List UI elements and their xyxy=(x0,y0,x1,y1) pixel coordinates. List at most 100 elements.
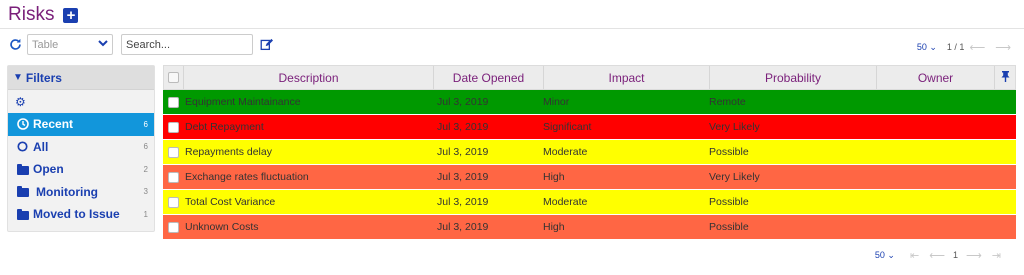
page-info: 1 / 1 xyxy=(946,42,965,52)
cell-probability: Very Likely xyxy=(709,171,760,183)
filter-item-label: Open xyxy=(33,162,64,177)
filter-item-count: 3 xyxy=(143,187,148,197)
column-header-owner[interactable]: Owner xyxy=(877,66,995,89)
cell-owner xyxy=(876,115,994,139)
table-row[interactable]: Equipment Maintainance Jul 3, 2019 Minor Re… xyxy=(163,90,1016,115)
table-row[interactable]: Total Cost Variance Jul 3, 2019 Moderate Po… xyxy=(163,190,1016,215)
cell-spacer xyxy=(994,115,1014,139)
pager-bottom: 50 ⌄ ⇤ ⟵ 1 ⟶ ⇥ xyxy=(875,248,1006,262)
next-page-icon[interactable]: ⟶ xyxy=(966,249,982,262)
cell-impact: Minor xyxy=(543,96,570,108)
cell-probability: Very Likely xyxy=(709,121,760,133)
cell-date-opened: Jul 3, 2019 xyxy=(437,221,489,233)
row-checkbox[interactable] xyxy=(167,221,179,233)
column-header-description[interactable]: Description xyxy=(184,66,434,89)
row-select-cell xyxy=(163,90,183,114)
row-checkbox[interactable] xyxy=(167,96,179,108)
last-page-icon[interactable]: ⇥ xyxy=(992,249,1001,262)
first-page-icon[interactable]: ⇤ xyxy=(910,249,919,262)
filters-title: Filters xyxy=(25,70,62,85)
add-risk-button[interactable]: + xyxy=(63,7,79,23)
table-body: Equipment Maintainance Jul 3, 2019 Minor Re… xyxy=(163,90,1016,240)
page-size-select[interactable]: 50 ⌄ xyxy=(875,250,895,261)
view-select[interactable]: Table xyxy=(27,34,113,55)
cell-date-opened: Jul 3, 2019 xyxy=(437,196,489,208)
prev-page-icon[interactable]: ⟵ xyxy=(969,41,985,54)
table-row[interactable]: Unknown Costs Jul 3, 2019 High Possible xyxy=(163,215,1016,240)
table-header: Description Date Opened Impact Probabili… xyxy=(163,65,1016,90)
page-header: Risks + xyxy=(8,2,79,28)
next-page-icon[interactable]: ⟶ xyxy=(995,41,1011,54)
cell-date-opened: Jul 3, 2019 xyxy=(437,121,489,133)
filter-item-moved-to-issue[interactable]: Moved to Issue 1 xyxy=(8,203,154,226)
cell-description: Equipment Maintainance xyxy=(185,96,301,108)
cell-impact: Moderate xyxy=(543,196,588,208)
filter-item-open[interactable]: Open 2 xyxy=(8,158,154,181)
filter-item-label: Recent xyxy=(33,117,74,132)
cell-owner xyxy=(876,190,994,214)
cell-owner xyxy=(876,90,994,114)
column-header-date-opened[interactable]: Date Opened xyxy=(434,66,544,89)
row-select-cell xyxy=(163,115,183,139)
folder-icon xyxy=(16,208,29,220)
cell-date-opened: Jul 3, 2019 xyxy=(437,96,489,108)
risks-table: Description Date Opened Impact Probabili… xyxy=(163,65,1016,240)
cell-impact: High xyxy=(543,221,565,233)
filter-item-count: 6 xyxy=(143,142,148,152)
filters-header[interactable]: ▼ Filters xyxy=(8,66,154,90)
gear-icon: ⚙ xyxy=(15,94,26,109)
cell-probability: Possible xyxy=(709,146,749,158)
pin-icon[interactable] xyxy=(1001,70,1010,85)
select-all-cell xyxy=(164,66,184,89)
chevron-down-icon xyxy=(98,39,108,50)
table-row[interactable]: Repayments delay Jul 3, 2019 Moderate Possi… xyxy=(163,140,1016,165)
prev-page-icon[interactable]: ⟵ xyxy=(929,249,945,262)
cell-impact: High xyxy=(543,171,565,183)
filter-item-label: Monitoring xyxy=(36,184,98,199)
filter-item-label: Moved to Issue xyxy=(33,207,120,222)
cell-date-opened: Jul 3, 2019 xyxy=(437,146,489,158)
cell-owner xyxy=(876,165,994,189)
filter-item-label: All xyxy=(33,139,49,154)
table-row[interactable]: Debt Repayment Jul 3, 2019 Significant Very… xyxy=(163,115,1016,140)
funnel-icon: ▼ xyxy=(13,72,23,83)
cell-probability: Remote xyxy=(709,96,746,108)
page-size-select[interactable]: 50 ⌄ xyxy=(917,42,937,53)
filter-settings-button[interactable]: ⚙ xyxy=(8,90,154,113)
column-header-probability[interactable]: Probability xyxy=(710,66,877,89)
cell-spacer xyxy=(994,215,1014,239)
filter-item-all[interactable]: All 6 xyxy=(8,136,154,159)
search-input[interactable] xyxy=(121,34,253,55)
filter-item-count: 2 xyxy=(143,164,148,174)
page-number: 1 xyxy=(952,250,958,260)
row-checkbox[interactable] xyxy=(167,121,179,133)
filter-item-monitoring[interactable]: Monitoring 3 xyxy=(8,181,154,204)
filters-panel: ▼ Filters ⚙ Recent 6 All 6 Open 2 Monito… xyxy=(7,65,155,232)
row-select-cell xyxy=(163,165,183,189)
cell-probability: Possible xyxy=(709,221,749,233)
toolbar: Table xyxy=(8,34,273,55)
cell-owner xyxy=(876,215,994,239)
circle-icon xyxy=(16,141,29,152)
refresh-icon[interactable] xyxy=(8,38,22,52)
edit-icon[interactable] xyxy=(259,38,273,52)
clock-icon xyxy=(16,118,29,131)
cell-description: Unknown Costs xyxy=(185,221,259,233)
pager-top: 50 ⌄ 1 / 1 ⟵ ⟶ xyxy=(917,40,1016,54)
cell-spacer xyxy=(994,90,1014,114)
cell-spacer xyxy=(994,190,1014,214)
row-checkbox[interactable] xyxy=(167,171,179,183)
select-all-checkbox[interactable] xyxy=(168,72,179,83)
filter-item-recent[interactable]: Recent 6 xyxy=(8,113,154,136)
cell-date-opened: Jul 3, 2019 xyxy=(437,171,489,183)
column-header-impact[interactable]: Impact xyxy=(544,66,710,89)
row-checkbox[interactable] xyxy=(167,146,179,158)
cell-description: Total Cost Variance xyxy=(185,196,276,208)
cell-spacer xyxy=(994,165,1014,189)
page-title: Risks xyxy=(8,4,55,25)
table-row[interactable]: Exchange rates fluctuation Jul 3, 2019 Hig… xyxy=(163,165,1016,190)
cell-impact: Significant xyxy=(543,121,592,133)
row-checkbox[interactable] xyxy=(167,196,179,208)
header-divider xyxy=(0,28,1024,29)
row-select-cell xyxy=(163,140,183,164)
